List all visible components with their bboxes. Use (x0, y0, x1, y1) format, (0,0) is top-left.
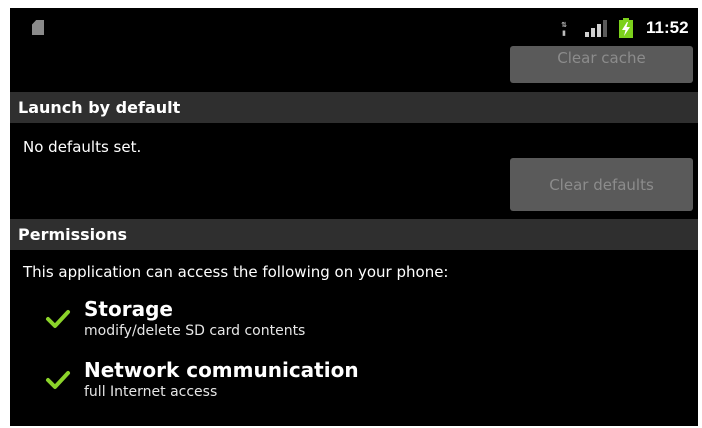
sd-card-icon (32, 20, 44, 35)
clear-cache-button[interactable]: Clear cache (510, 46, 693, 83)
data-transfer-icon: ⇅ ▮ (561, 21, 567, 37)
permissions-header: Permissions (10, 219, 698, 250)
permission-description: modify/delete SD card contents (84, 323, 306, 339)
permission-description: full Internet access (84, 384, 218, 400)
permission-title: Storage (84, 297, 173, 321)
permission-title: Network communication (84, 358, 359, 382)
permissions-intro: This application can access the followin… (23, 263, 449, 281)
no-defaults-message: No defaults set. (23, 138, 142, 156)
status-bar: ⇅ ▮ 11:52 (10, 8, 698, 46)
check-icon (46, 371, 70, 389)
battery-charging-icon (619, 18, 633, 38)
check-icon (46, 310, 70, 328)
phone-screen: ⇅ ▮ 11:52 Clear cache Launch by default N… (10, 8, 698, 426)
permission-item-storage[interactable]: Storage modify/delete SD card contents (10, 296, 698, 346)
permission-item-network[interactable]: Network communication full Internet acce… (10, 357, 698, 407)
clear-defaults-button[interactable]: Clear defaults (510, 158, 693, 211)
status-clock: 11:52 (646, 18, 689, 37)
signal-strength-icon (585, 20, 607, 37)
launch-by-default-header: Launch by default (10, 92, 698, 123)
